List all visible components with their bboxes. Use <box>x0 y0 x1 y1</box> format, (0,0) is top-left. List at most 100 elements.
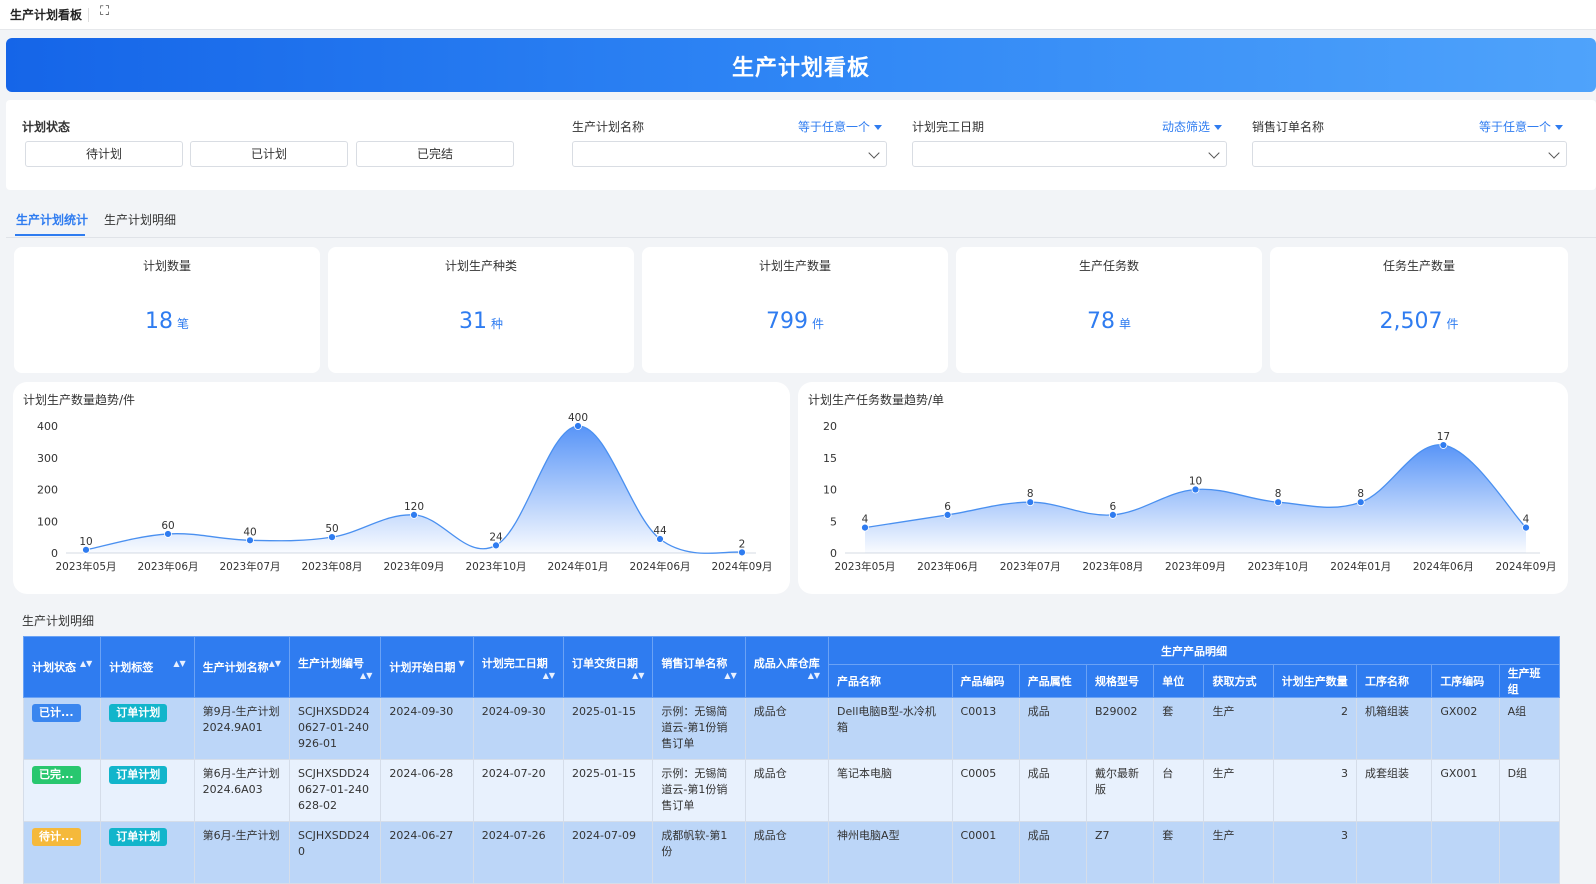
sub-col-process-code: 工序编码 <box>1431 664 1500 698</box>
cell-team <box>1498 821 1561 884</box>
cell-name: 第6月-生产计划2024.6A03 <box>193 759 291 822</box>
status-badge: 待计... <box>32 828 81 846</box>
data-label: 50 <box>325 523 338 535</box>
cell-team: D组 <box>1498 759 1561 822</box>
cell-order: 成都帆软-第1份 <box>652 821 746 884</box>
x-tick-label: 2023年09月 <box>383 560 444 573</box>
cell-product: 神州电脑A型 <box>828 821 953 884</box>
data-label: 8 <box>1357 488 1364 500</box>
fullscreen-icon[interactable]: ⛶ <box>100 4 109 19</box>
x-tick-label: 2023年08月 <box>1082 560 1143 573</box>
chart-svg: 0 5 10 15 20 2023年05月 2023年06月 2023年07月 2023年08月… <box>823 420 1557 573</box>
data-label: 10 <box>79 536 92 548</box>
y-tick-label: 5 <box>830 515 837 528</box>
table-row[interactable]: 待计... 订单计划 第6月-生产计划 SCJHXSDD240 2024-06-… <box>22 821 1561 884</box>
data-label: 8 <box>1027 488 1034 500</box>
col-header-order[interactable]: 销售订单名称 ▲▼ <box>652 636 746 698</box>
sort-icon: ▲▼ <box>268 659 282 668</box>
sub-col-product-code: 产品编码 <box>951 664 1020 698</box>
tab-details[interactable]: 生产计划明细 <box>104 211 176 228</box>
data-label: 24 <box>489 531 503 543</box>
filter-finish-date-label: 计划完工日期 <box>912 120 985 134</box>
top-bar: 生产计划看板 ⛶ <box>0 0 1596 30</box>
kpi-value: 78 <box>1086 309 1115 334</box>
sub-col-team: 生产班组 <box>1498 664 1561 698</box>
table-row[interactable]: 已完... 订单计划 第6月-生产计划2024.6A03 SCJHXSDD240… <box>22 759 1561 822</box>
cell-process: 成套组装 <box>1356 759 1433 822</box>
sort-icon: ▲▼ <box>79 659 93 668</box>
y-tick-label: 200 <box>37 484 58 497</box>
col-header-delivery[interactable]: 订单交货日期 ▲▼ <box>563 636 654 698</box>
chart-task-count-trend: 计划生产任务数量趋势/单 0 5 10 15 20 2023年05月 2023年06月 202… <box>798 382 1568 594</box>
cell-code: SCJHXSDD240627-01-240926-01 <box>289 697 382 760</box>
finish-date-select[interactable] <box>912 141 1227 167</box>
dashboard-banner: 生产计划看板 <box>6 38 1596 92</box>
chevron-down-icon <box>1208 147 1220 159</box>
kpi-task-quantity: 任务生产数量 2,507 件 <box>1270 247 1568 373</box>
x-tick-label: 2023年07月 <box>219 560 280 573</box>
sort-icon: ▲▼ <box>173 659 186 668</box>
kpi-label: 计划生产种类 <box>444 259 517 273</box>
y-tick-label: 0 <box>830 547 837 560</box>
y-tick-label: 10 <box>823 484 837 497</box>
cell-qty: 2 <box>1272 697 1358 760</box>
filter-order-name-mode[interactable]: 等于任意一个 <box>1479 118 1564 135</box>
col-header-status[interactable]: 计划状态 ▲▼ <box>22 636 102 698</box>
col-header-name[interactable]: 生产计划名称 ▲▼ <box>193 636 291 698</box>
cell-start: 2024-09-30 <box>380 697 474 760</box>
cell-unit: 台 <box>1153 759 1205 822</box>
cell-delivery: 2025-01-15 <box>563 697 654 760</box>
col-header-finish[interactable]: 计划完工日期 ▲▼ <box>472 636 565 698</box>
cell-product: 笔记本电脑 <box>828 759 953 822</box>
order-name-select[interactable] <box>1252 141 1567 167</box>
cell-order: 示例：无锡简道云-第1份销售订单 <box>652 697 746 760</box>
kpi-label: 任务生产数量 <box>1382 259 1455 273</box>
filter-plan-name-mode[interactable]: 等于任意一个 <box>798 118 883 135</box>
kpi-unit: 笔 <box>176 317 189 331</box>
col-header-code[interactable]: 生产计划编号 ▲▼ <box>289 636 382 698</box>
status-badge: 已完... <box>32 766 81 784</box>
filter-plan-name-label: 生产计划名称 <box>572 120 645 134</box>
cell-process-code: GX001 <box>1431 759 1500 822</box>
plan-detail-table: 计划状态 ▲▼ 计划标签 ▲▼ 生产计划名称 ▲▼ 生产计划编号 ▲▼ 计划开始日期 ▼ … <box>22 636 1561 884</box>
plan-name-select[interactable] <box>572 141 887 167</box>
sort-icon: ▲▼ <box>360 670 373 680</box>
kpi-plan-quantity: 计划生产数量 799 件 <box>642 247 948 373</box>
y-tick-label: 400 <box>37 420 58 433</box>
kpi-value: 31 <box>458 309 487 334</box>
cell-finish: 2024-09-30 <box>472 697 565 760</box>
data-label: 44 <box>653 525 667 537</box>
cell-spec: Z7 <box>1086 821 1155 884</box>
cell-delivery: 2025-01-15 <box>563 759 654 822</box>
x-tick-label: 2023年05月 <box>55 560 116 573</box>
data-label: 10 <box>1189 476 1202 488</box>
x-tick-label: 2024年01月 <box>547 560 608 573</box>
kpi-value: 18 <box>144 309 173 334</box>
filter-finish-date-mode[interactable]: 动态筛选 <box>1162 118 1223 135</box>
cell-finish: 2024-07-20 <box>472 759 565 822</box>
cell-product-code: C0013 <box>951 697 1020 760</box>
col-header-warehouse[interactable]: 成品入库仓库 ▲▼ <box>744 636 830 698</box>
sub-col-spec: 规格型号 <box>1086 664 1155 698</box>
sub-col-product: 产品名称 <box>828 664 953 698</box>
kpi-unit: 种 <box>490 317 503 331</box>
status-option-done[interactable]: 已完结 <box>356 141 514 167</box>
status-option-pending[interactable]: 待计划 <box>25 141 183 167</box>
cell-method: 生产 <box>1203 697 1274 760</box>
col-header-tag[interactable]: 计划标签 ▲▼ <box>100 636 195 698</box>
y-tick-label: 100 <box>37 515 58 528</box>
x-tick-label: 2023年05月 <box>834 560 895 573</box>
series-area <box>865 444 1526 553</box>
sub-col-qty: 计划生产数量 <box>1272 664 1358 698</box>
kpi-product-types: 计划生产种类 31 种 <box>328 247 634 373</box>
table-row[interactable]: 已计... 订单计划 第9月-生产计划2024.9A01 SCJHXSDD240… <box>22 697 1561 760</box>
col-header-start[interactable]: 计划开始日期 ▼ <box>380 636 474 698</box>
status-option-planned[interactable]: 已计划 <box>190 141 348 167</box>
cell-process-code <box>1431 821 1500 884</box>
tab-statistics[interactable]: 生产计划统计 <box>16 211 88 228</box>
cell-process: 机箱组装 <box>1356 697 1433 760</box>
cell-name: 第9月-生产计划2024.9A01 <box>193 697 291 760</box>
cell-warehouse: 成品仓 <box>744 821 830 884</box>
cell-attr: 成品 <box>1018 821 1088 884</box>
chevron-down-icon <box>868 147 880 159</box>
